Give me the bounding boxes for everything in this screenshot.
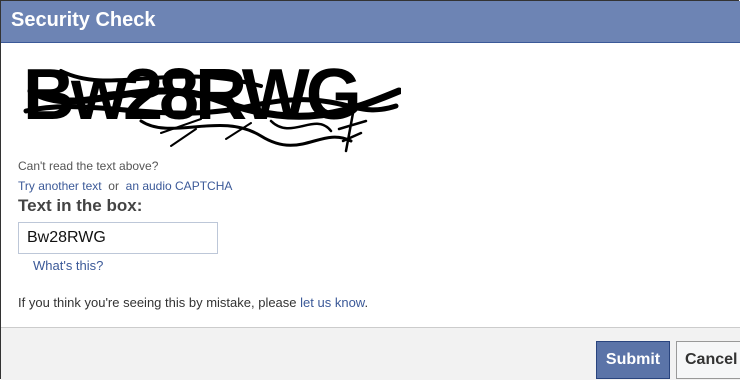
submit-button[interactable]: Submit	[596, 341, 670, 379]
text-in-box-label: Text in the box:	[18, 196, 143, 215]
captcha-options: Try another text or an audio CAPTCHA	[18, 179, 232, 193]
security-check-dialog: Security Check Bw28RWG Can't read the te…	[0, 0, 740, 380]
audio-captcha-link[interactable]: an audio CAPTCHA	[126, 179, 233, 193]
cant-read-text: Can't read the text above?	[18, 159, 159, 173]
captcha-image: Bw28RWG	[23, 55, 401, 153]
or-text: or	[108, 179, 119, 193]
whats-this-link[interactable]: What's this?	[33, 258, 103, 273]
captcha-input[interactable]	[18, 222, 218, 254]
mistake-notice: If you think you're seeing this by mista…	[18, 295, 369, 310]
try-another-text-link[interactable]: Try another text	[18, 179, 102, 193]
let-us-know-link[interactable]: let us know	[300, 295, 364, 310]
dialog-titlebar: Security Check	[1, 1, 740, 43]
cancel-button[interactable]: Cancel	[676, 341, 740, 379]
dialog-title: Security Check	[11, 9, 156, 31]
